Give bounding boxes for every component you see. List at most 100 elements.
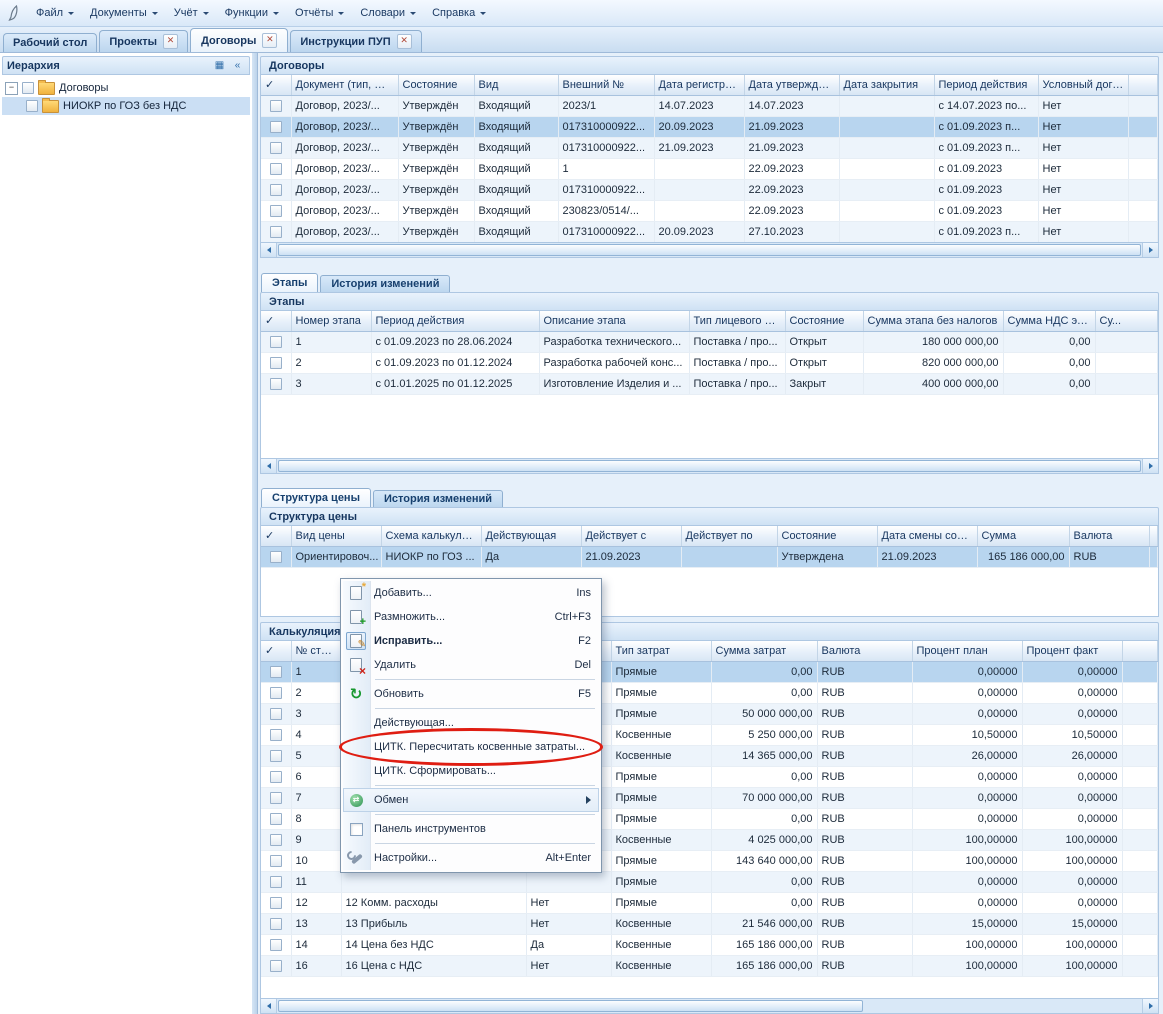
column-header[interactable]: ✓ [261,526,291,547]
column-header[interactable]: ✓ [261,311,291,332]
column-header[interactable]: Вид цены [291,526,381,547]
column-header[interactable]: Тип лицевого счёт [689,311,785,332]
column-header[interactable]: Дата закрытия [839,75,934,96]
row-checkbox[interactable] [270,163,282,175]
tree-collapse-icon[interactable]: − [5,82,18,95]
scrollbar-thumb[interactable] [278,1000,863,1012]
menu-item[interactable]: Исправить...F2 [343,629,599,653]
row-checkbox[interactable] [270,551,282,563]
row-checkbox[interactable] [270,813,282,825]
menubar-item-help[interactable]: Справка [424,4,494,22]
column-header[interactable] [1149,526,1158,547]
menu-item[interactable]: Добавить...Ins [343,581,599,605]
row-checkbox[interactable] [270,357,282,369]
scroll-right-icon[interactable] [1142,243,1158,257]
tree-checkbox[interactable] [22,82,34,94]
view-mode-icon[interactable]: ▦ [212,58,227,73]
column-header[interactable]: Состояние [398,75,474,96]
row-checkbox[interactable] [270,855,282,867]
row-checkbox[interactable] [270,750,282,762]
menu-item[interactable]: Размножить...Ctrl+F3 [343,605,599,629]
column-header[interactable]: Сумма затрат [711,641,817,662]
menubar-item-reports[interactable]: Отчёты [287,4,352,22]
row-checkbox[interactable] [270,771,282,783]
menu-item[interactable]: ОбновитьF5 [343,682,599,706]
scroll-left-icon[interactable] [261,999,277,1013]
row-checkbox[interactable] [270,897,282,909]
row-checkbox[interactable] [270,378,282,390]
row-checkbox[interactable] [270,876,282,888]
table-row[interactable]: Ориентировоч...НИОКР по ГОЗ ...Да21.09.2… [261,547,1158,568]
table-row[interactable]: Договор, 2023/...УтверждёнВходящий017310… [261,117,1158,138]
column-header[interactable]: Описание этапа [539,311,689,332]
column-header[interactable]: Внешний № [558,75,654,96]
table-row[interactable]: 3с 01.01.2025 по 01.12.2025Изготовление … [261,374,1158,395]
row-checkbox[interactable] [270,834,282,846]
column-header[interactable]: Период действия [371,311,539,332]
scrollbar-thumb[interactable] [278,460,1141,472]
menubar-item-accounting[interactable]: Учёт [166,4,217,22]
row-checkbox[interactable] [270,121,282,133]
column-header[interactable] [1122,641,1158,662]
column-header[interactable]: Су... [1095,311,1158,332]
close-icon[interactable]: ✕ [397,34,412,49]
column-header[interactable]: Процент план [912,641,1022,662]
tree-checkbox[interactable] [26,100,38,112]
table-row[interactable]: Договор, 2023/...УтверждёнВходящий017310… [261,138,1158,159]
table-row[interactable]: 11Прямые0,00RUB0,000000,00000 [261,872,1158,893]
scroll-left-icon[interactable] [261,243,277,257]
menu-item[interactable]: Настройки...Alt+Enter [343,846,599,870]
table-row[interactable]: Договор, 2023/...УтверждёнВходящий2023/1… [261,96,1158,117]
tree-item-contracts[interactable]: − Договоры [2,79,250,97]
column-header[interactable]: Действующая [481,526,581,547]
row-checkbox[interactable] [270,960,282,972]
column-header[interactable]: Документ (тип, №... [291,75,398,96]
tab-price-history[interactable]: История изменений [373,490,503,507]
tab-contracts[interactable]: Договоры✕ [190,28,288,52]
scroll-right-icon[interactable] [1142,459,1158,473]
row-checkbox[interactable] [270,100,282,112]
scroll-right-icon[interactable] [1142,999,1158,1013]
close-icon[interactable]: ✕ [262,33,277,48]
row-checkbox[interactable] [270,226,282,238]
column-header[interactable]: Период действия [934,75,1038,96]
table-row[interactable]: 1414 Цена без НДСДаКосвенные165 186 000,… [261,935,1158,956]
row-checkbox[interactable] [270,142,282,154]
column-header[interactable]: Условный догов... [1038,75,1128,96]
column-header[interactable]: ✓ [261,641,291,662]
column-header[interactable]: Схема калькуляции [381,526,481,547]
row-checkbox[interactable] [270,729,282,741]
menu-item[interactable]: УдалитьDel [343,653,599,677]
stages-horizontal-scrollbar[interactable] [260,459,1159,474]
column-header[interactable]: Тип затрат [611,641,711,662]
column-header[interactable]: № строки [291,641,341,662]
row-checkbox[interactable] [270,939,282,951]
tab-pup-instructions[interactable]: Инструкции ПУП✕ [290,30,421,52]
column-header[interactable]: Процент факт [1022,641,1122,662]
column-header[interactable]: Состояние [785,311,863,332]
column-header[interactable]: Сумма [977,526,1069,547]
table-row[interactable]: 1313 ПрибыльНетКосвенные21 546 000,00RUB… [261,914,1158,935]
column-header[interactable]: Валюта [1069,526,1149,547]
table-row[interactable]: Договор, 2023/...УтверждёнВходящий017310… [261,222,1158,243]
menu-item[interactable]: Действующая... [343,711,599,735]
tab-desktop[interactable]: Рабочий стол [3,33,97,52]
table-row[interactable]: 1616 Цена с НДСНетКосвенные165 186 000,0… [261,956,1158,977]
column-header[interactable]: ✓ [261,75,291,96]
row-checkbox[interactable] [270,336,282,348]
tab-price-structure[interactable]: Структура цены [261,488,371,507]
column-header[interactable]: Валюта [817,641,912,662]
table-row[interactable]: Договор, 2023/...УтверждёнВходящий230823… [261,201,1158,222]
column-header[interactable]: Сумма НДС этапа [1003,311,1095,332]
scroll-left-icon[interactable] [261,459,277,473]
tab-stages[interactable]: Этапы [261,273,318,292]
column-header[interactable]: Действует с [581,526,681,547]
column-header[interactable] [1128,75,1158,96]
menubar-item-documents[interactable]: Документы [82,4,166,22]
tab-projects[interactable]: Проекты✕ [99,30,188,52]
menubar-item-functions[interactable]: Функции [217,4,287,22]
table-row[interactable]: 2с 01.09.2023 по 01.12.2024Разработка ра… [261,353,1158,374]
tab-stages-history[interactable]: История изменений [320,275,450,292]
column-header[interactable]: Состояние [777,526,877,547]
column-header[interactable]: Действует по [681,526,777,547]
